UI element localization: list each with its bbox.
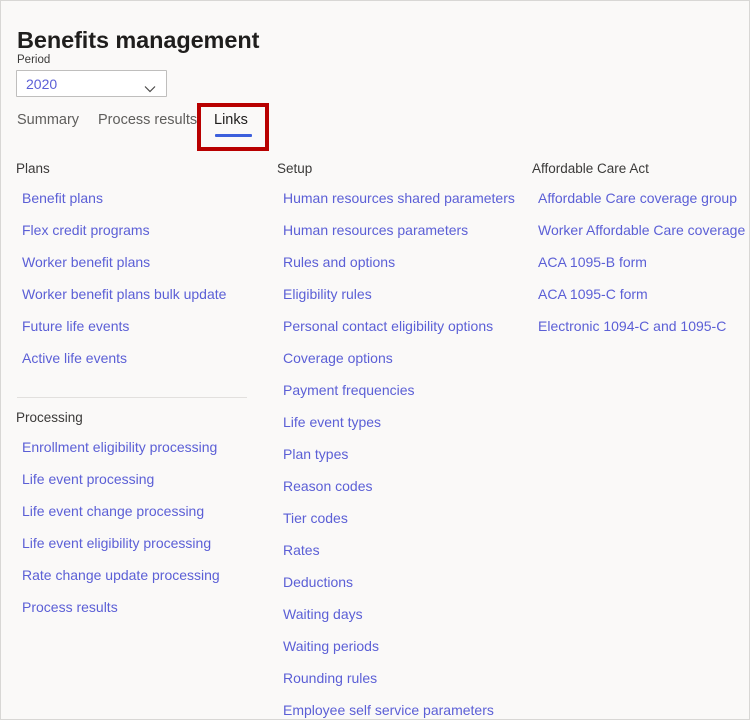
link-rules-and-options[interactable]: Rules and options [283,254,395,270]
link-electronic-1094-c-and-1095-c[interactable]: Electronic 1094-C and 1095-C [538,318,726,334]
list-item: Benefit plans [16,182,266,214]
link-process-results[interactable]: Process results [22,599,118,615]
link-coverage-options[interactable]: Coverage options [283,350,393,366]
link-deductions[interactable]: Deductions [283,574,353,590]
period-dropdown-value: 2020 [26,76,57,92]
link-waiting-periods[interactable]: Waiting periods [283,638,379,654]
link-aca-1095-b-form[interactable]: ACA 1095-B form [538,254,647,270]
link-worker-affordable-care-coverage[interactable]: Worker Affordable Care coverage [538,222,745,238]
link-employee-self-service-parameters[interactable]: Employee self service parameters [283,702,494,718]
list-item: Rate change update processing [16,559,266,591]
list-item: Affordable Care coverage group [532,182,747,214]
link-life-event-change-processing[interactable]: Life event change processing [22,503,204,519]
list-item: Life event change processing [16,495,266,527]
link-worker-benefit-plans[interactable]: Worker benefit plans [22,254,150,270]
link-list: Enrollment eligibility processing Life ev… [16,431,266,623]
period-dropdown[interactable]: 2020 [16,70,167,97]
link-rates[interactable]: Rates [283,542,320,558]
link-human-resources-parameters[interactable]: Human resources parameters [283,222,468,238]
link-list: Benefit plans Flex credit programs Worker … [16,182,266,374]
list-item: Rates [277,534,527,566]
link-enrollment-eligibility-processing[interactable]: Enrollment eligibility processing [22,439,217,455]
link-waiting-days[interactable]: Waiting days [283,606,363,622]
list-item: Flex credit programs [16,214,266,246]
list-item: Rules and options [277,246,527,278]
link-payment-frequencies[interactable]: Payment frequencies [283,382,415,398]
group-header-processing: Processing [16,410,266,425]
list-item: Reason codes [277,470,527,502]
tab-process-results[interactable]: Process results [98,112,197,128]
link-flex-credit-programs[interactable]: Flex credit programs [22,222,150,238]
link-plan-types[interactable]: Plan types [283,446,348,462]
list-item: Future life events [16,310,266,342]
group-header-setup: Setup [277,161,527,176]
link-future-life-events[interactable]: Future life events [22,318,129,334]
link-affordable-care-coverage-group[interactable]: Affordable Care coverage group [538,190,737,206]
link-aca-1095-c-form[interactable]: ACA 1095-C form [538,286,648,302]
list-item: Life event processing [16,463,266,495]
list-item: ACA 1095-C form [532,278,747,310]
list-item: Coverage options [277,342,527,374]
active-tab-underline [215,134,252,137]
list-item: Eligibility rules [277,278,527,310]
list-item: Electronic 1094-C and 1095-C [532,310,747,342]
list-item: Employee self service parameters [277,694,527,720]
link-personal-contact-eligibility-options[interactable]: Personal contact eligibility options [283,318,493,334]
group-header-affordable-care-act: Affordable Care Act [532,161,747,176]
list-item: Process results [16,591,266,623]
benefits-management-page: Benefits management Period 2020 Summary P… [0,0,750,720]
list-item: Tier codes [277,502,527,534]
links-column-affordable-care-act: Affordable Care Act Affordable Care cover… [532,161,747,342]
list-item: Human resources shared parameters [277,182,527,214]
link-list: Human resources shared parameters Human r… [277,182,527,720]
link-eligibility-rules[interactable]: Eligibility rules [283,286,372,302]
list-item: Worker benefit plans bulk update [16,278,266,310]
list-item: Active life events [16,342,266,374]
list-item: Life event eligibility processing [16,527,266,559]
list-item: Personal contact eligibility options [277,310,527,342]
list-item: Deductions [277,566,527,598]
list-item: ACA 1095-B form [532,246,747,278]
page-title: Benefits management [17,27,259,54]
list-item: Rounding rules [277,662,527,694]
tab-summary[interactable]: Summary [17,112,79,128]
section-divider [17,397,247,398]
link-tier-codes[interactable]: Tier codes [283,510,348,526]
list-item: Plan types [277,438,527,470]
link-life-event-eligibility-processing[interactable]: Life event eligibility processing [22,535,211,551]
list-item: Waiting days [277,598,527,630]
link-rate-change-update-processing[interactable]: Rate change update processing [22,567,220,583]
link-rounding-rules[interactable]: Rounding rules [283,670,377,686]
link-life-event-types[interactable]: Life event types [283,414,381,430]
links-column-plans: Plans Benefit plans Flex credit programs Wo… [16,161,266,623]
list-item: Worker benefit plans [16,246,266,278]
group-header-plans: Plans [16,161,266,176]
link-reason-codes[interactable]: Reason codes [283,478,373,494]
list-item: Enrollment eligibility processing [16,431,266,463]
link-benefit-plans[interactable]: Benefit plans [22,190,103,206]
link-active-life-events[interactable]: Active life events [22,350,127,366]
link-worker-benefit-plans-bulk-update[interactable]: Worker benefit plans bulk update [22,286,226,302]
link-list: Affordable Care coverage group Worker Aff… [532,182,747,342]
chevron-down-icon [144,80,156,88]
link-life-event-processing[interactable]: Life event processing [22,471,154,487]
list-item: Payment frequencies [277,374,527,406]
list-item: Human resources parameters [277,214,527,246]
list-item: Life event types [277,406,527,438]
tab-links[interactable]: Links [214,112,248,128]
list-item: Worker Affordable Care coverage [532,214,747,246]
links-column-setup: SetupHuman resources shared parametersHu… [277,161,527,720]
link-human-resources-shared-parameters[interactable]: Human resources shared parameters [283,190,515,206]
period-field-label: Period [17,54,50,66]
list-item: Waiting periods [277,630,527,662]
